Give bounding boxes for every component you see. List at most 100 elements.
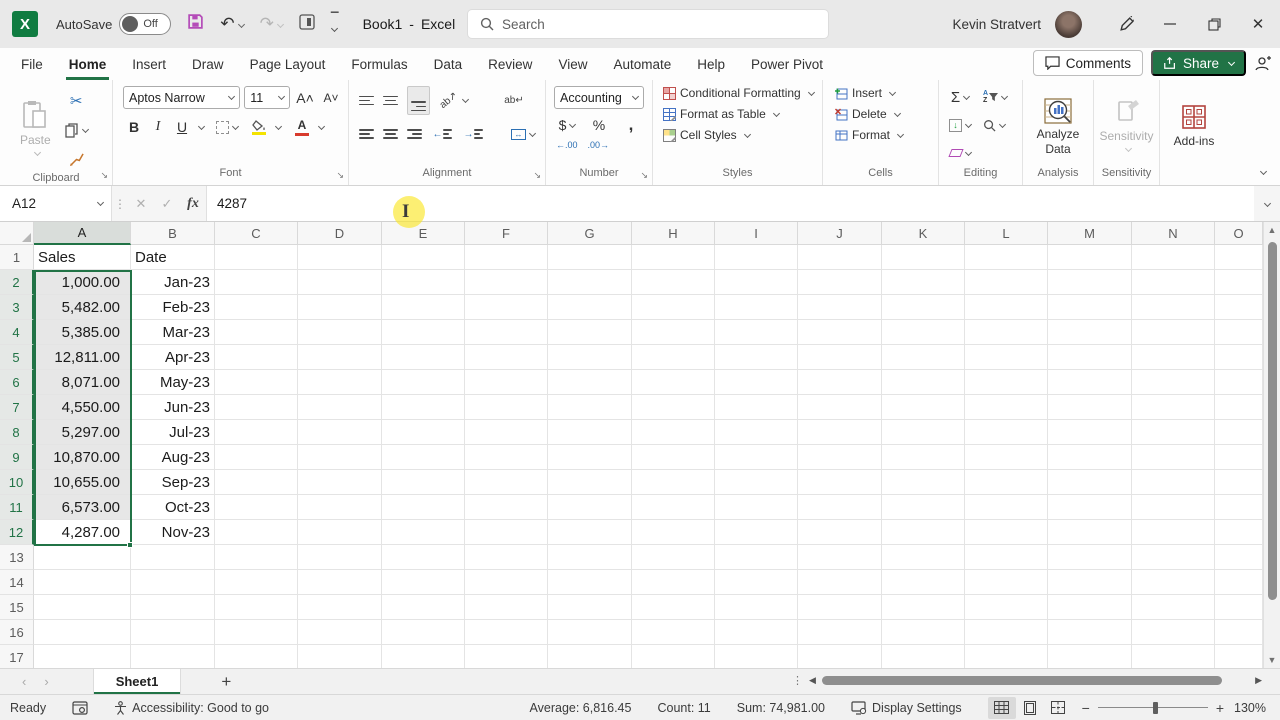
scroll-up-icon[interactable]: ▲ xyxy=(1268,222,1277,238)
row-header-15[interactable]: 15 xyxy=(0,595,34,620)
increase-indent-icon[interactable]: → xyxy=(462,123,484,145)
clear-icon[interactable] xyxy=(947,142,972,164)
cell-A8[interactable]: 5,297.00 xyxy=(34,420,131,445)
expand-formula-bar-icon[interactable] xyxy=(1254,186,1280,221)
cell-K17[interactable] xyxy=(882,645,965,668)
bold-button[interactable]: B xyxy=(123,116,145,138)
cell-J8[interactable] xyxy=(798,420,882,445)
cell-E1[interactable] xyxy=(382,245,465,270)
cell-G5[interactable] xyxy=(548,345,632,370)
format-as-table-button[interactable]: Format as Table xyxy=(663,107,816,121)
orientation-icon[interactable]: ab↗ xyxy=(438,90,469,112)
cell-H2[interactable] xyxy=(632,270,715,295)
bottom-align-icon[interactable] xyxy=(407,86,430,116)
cell-I4[interactable] xyxy=(715,320,798,345)
search-input[interactable]: Search xyxy=(468,10,828,38)
row-header-10[interactable]: 10 xyxy=(0,470,34,495)
cell-F17[interactable] xyxy=(465,645,548,668)
row-header-5[interactable]: 5 xyxy=(0,345,34,370)
cell-C15[interactable] xyxy=(215,595,298,620)
cell-B1[interactable]: Date xyxy=(131,245,215,270)
cell-L9[interactable] xyxy=(965,445,1048,470)
cell-K14[interactable] xyxy=(882,570,965,595)
underline-dropdown-icon[interactable] xyxy=(197,122,206,130)
cell-F13[interactable] xyxy=(465,545,548,570)
tab-insert[interactable]: Insert xyxy=(129,48,169,80)
cell-I5[interactable] xyxy=(715,345,798,370)
page-break-view-icon[interactable] xyxy=(1044,697,1072,719)
cell-J12[interactable] xyxy=(798,520,882,545)
font-size-select[interactable]: 11 xyxy=(244,86,290,109)
cell-D16[interactable] xyxy=(298,620,382,645)
decrease-decimal-icon[interactable]: .00→ xyxy=(588,141,610,150)
row-header-12[interactable]: 12 xyxy=(0,520,34,545)
cell-A5[interactable]: 12,811.00 xyxy=(34,345,131,370)
tab-formulas[interactable]: Formulas xyxy=(348,48,410,80)
cell-F6[interactable] xyxy=(465,370,548,395)
cell-J9[interactable] xyxy=(798,445,882,470)
cell-E7[interactable] xyxy=(382,395,465,420)
scroll-left-icon[interactable]: ◀ xyxy=(809,675,816,686)
page-layout-view-icon[interactable] xyxy=(1016,697,1044,719)
formula-input[interactable]: 4287 xyxy=(206,186,1254,221)
cell-C14[interactable] xyxy=(215,570,298,595)
cell-K5[interactable] xyxy=(882,345,965,370)
cell-H11[interactable] xyxy=(632,495,715,520)
cell-I7[interactable] xyxy=(715,395,798,420)
cell-G10[interactable] xyxy=(548,470,632,495)
copy-icon[interactable] xyxy=(65,119,89,141)
row-header-11[interactable]: 11 xyxy=(0,495,34,520)
cell-N8[interactable] xyxy=(1132,420,1215,445)
currency-icon[interactable]: $ xyxy=(556,114,578,136)
cell-G4[interactable] xyxy=(548,320,632,345)
cell-C16[interactable] xyxy=(215,620,298,645)
cell-M3[interactable] xyxy=(1048,295,1132,320)
name-box[interactable]: A12 xyxy=(0,186,112,221)
normal-view-icon[interactable] xyxy=(987,696,1016,719)
wrap-text-icon[interactable]: ab ↵ xyxy=(503,90,525,112)
tab-file[interactable]: File xyxy=(18,48,46,80)
cell-B17[interactable] xyxy=(131,645,215,668)
cell-H12[interactable] xyxy=(632,520,715,545)
cell-J11[interactable] xyxy=(798,495,882,520)
select-all-corner[interactable] xyxy=(0,222,34,245)
cell-H7[interactable] xyxy=(632,395,715,420)
cell-F7[interactable] xyxy=(465,395,548,420)
cell-B6[interactable]: May-23 xyxy=(131,370,215,395)
cell-C13[interactable] xyxy=(215,545,298,570)
cell-E10[interactable] xyxy=(382,470,465,495)
cell-N14[interactable] xyxy=(1132,570,1215,595)
cell-H4[interactable] xyxy=(632,320,715,345)
comma-icon[interactable]: , xyxy=(620,114,642,136)
cell-D2[interactable] xyxy=(298,270,382,295)
cell-K9[interactable] xyxy=(882,445,965,470)
cell-F5[interactable] xyxy=(465,345,548,370)
cell-O3[interactable] xyxy=(1215,295,1263,320)
vertical-scroll-thumb[interactable] xyxy=(1267,242,1277,600)
cell-D11[interactable] xyxy=(298,495,382,520)
cell-O1[interactable] xyxy=(1215,245,1263,270)
fill-color-icon[interactable] xyxy=(248,116,270,138)
cell-K7[interactable] xyxy=(882,395,965,420)
cell-C10[interactable] xyxy=(215,470,298,495)
undo-icon[interactable]: ↶ xyxy=(220,14,245,34)
cell-B13[interactable] xyxy=(131,545,215,570)
cell-H6[interactable] xyxy=(632,370,715,395)
row-header-1[interactable]: 1 xyxy=(0,245,34,270)
cell-N2[interactable] xyxy=(1132,270,1215,295)
cell-I17[interactable] xyxy=(715,645,798,668)
cell-O7[interactable] xyxy=(1215,395,1263,420)
cell-E2[interactable] xyxy=(382,270,465,295)
cell-N9[interactable] xyxy=(1132,445,1215,470)
cell-D1[interactable] xyxy=(298,245,382,270)
cell-D12[interactable] xyxy=(298,520,382,545)
cell-M7[interactable] xyxy=(1048,395,1132,420)
cell-D13[interactable] xyxy=(298,545,382,570)
cell-L13[interactable] xyxy=(965,545,1048,570)
cell-G15[interactable] xyxy=(548,595,632,620)
cell-G8[interactable] xyxy=(548,420,632,445)
cell-C12[interactable] xyxy=(215,520,298,545)
cell-D10[interactable] xyxy=(298,470,382,495)
cell-C2[interactable] xyxy=(215,270,298,295)
cell-N6[interactable] xyxy=(1132,370,1215,395)
